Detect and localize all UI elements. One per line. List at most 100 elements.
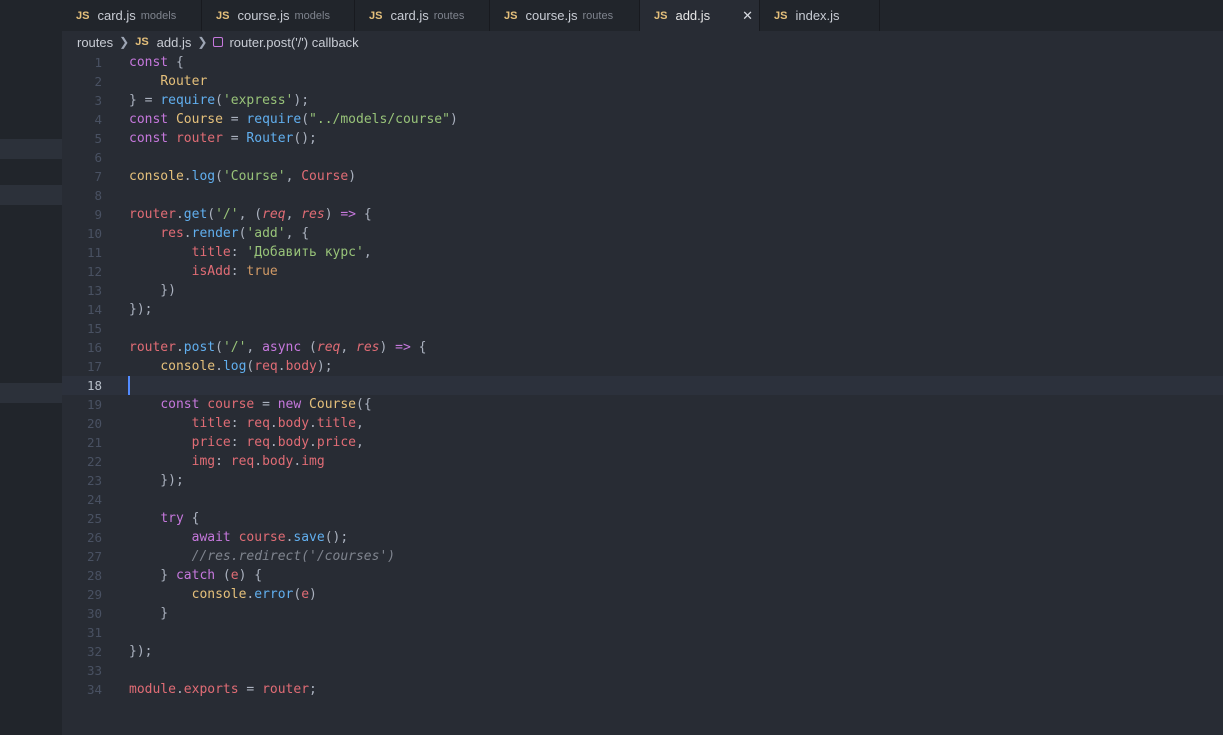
- code-line[interactable]: 10 res.render('add', {: [62, 224, 1223, 243]
- tab-description: models: [294, 9, 330, 22]
- code-text: }: [129, 606, 169, 621]
- line-number: 1: [94, 55, 102, 70]
- code-line[interactable]: 20 title: req.body.title,: [62, 414, 1223, 433]
- tab-label: course.js: [237, 8, 290, 23]
- line-number: 8: [94, 188, 102, 203]
- tab-index-js[interactable]: JS index.js: [760, 0, 880, 31]
- line-number: 2: [94, 74, 102, 89]
- tab-course-js-routes[interactable]: JS course.js routes: [490, 0, 640, 31]
- close-icon[interactable]: ✕: [742, 8, 753, 24]
- code-text: });: [129, 473, 184, 488]
- code-text: router.post('/', async (req, res) => {: [129, 340, 427, 355]
- line-number: 30: [86, 606, 102, 621]
- code-line[interactable]: 7 console.log('Course', Course): [62, 167, 1223, 186]
- code-text: Router: [160, 74, 208, 89]
- code-line[interactable]: 21 price: req.body.price,: [62, 433, 1223, 452]
- line-number: 23: [86, 473, 102, 488]
- code-line[interactable]: 9 router.get('/', (req, res) => {: [62, 205, 1223, 224]
- tab-card-js-routes[interactable]: JS card.js routes: [355, 0, 490, 31]
- line-number: 34: [86, 682, 102, 697]
- code-text: //res.redirect('/courses'): [191, 549, 396, 564]
- code-line[interactable]: 5 const router = Router();: [62, 129, 1223, 148]
- code-line[interactable]: 2 Router: [62, 72, 1223, 91]
- line-number: 24: [86, 492, 102, 507]
- line-number: 32: [86, 644, 102, 659]
- js-file-icon: JS: [216, 9, 230, 22]
- code-line[interactable]: 11 title: 'Добавить курс',: [62, 243, 1223, 262]
- code-line[interactable]: 18: [62, 376, 1223, 395]
- line-number: 19: [86, 397, 102, 412]
- code-text: isAdd: true: [191, 264, 278, 279]
- line-number: 20: [86, 416, 102, 431]
- code-line[interactable]: 4 const Course = require("../models/cours…: [62, 110, 1223, 129]
- line-number: 14: [86, 302, 102, 317]
- code-line[interactable]: 30 }: [62, 604, 1223, 623]
- tab-label: card.js: [390, 8, 429, 23]
- line-number: 6: [94, 150, 102, 165]
- line-number: 3: [94, 93, 102, 108]
- tab-description: routes: [433, 9, 465, 22]
- code-line[interactable]: 26 await course.save();: [62, 528, 1223, 547]
- code-line[interactable]: 6: [62, 148, 1223, 167]
- code-text: router.get('/', (req, res) => {: [129, 207, 372, 222]
- chevron-right-icon: ❯: [119, 35, 130, 49]
- code-line[interactable]: 12 isAdd: true: [62, 262, 1223, 281]
- code-text: try {: [160, 511, 200, 526]
- code-line[interactable]: 3} = require('express');: [62, 91, 1223, 110]
- chevron-right-icon: ❯: [197, 35, 208, 49]
- code-line[interactable]: 33: [62, 661, 1223, 680]
- code-line[interactable]: 24: [62, 490, 1223, 509]
- line-number: 17: [86, 359, 102, 374]
- code-line[interactable]: 27 //res.redirect('/courses'): [62, 547, 1223, 566]
- breadcrumb-file[interactable]: add.js: [157, 35, 192, 50]
- breadcrumb-folder[interactable]: routes: [77, 35, 113, 50]
- code-line[interactable]: 15: [62, 319, 1223, 338]
- line-number: 25: [86, 511, 102, 526]
- code-text: img: req.body.img: [191, 454, 325, 469]
- code-line[interactable]: 14});: [62, 300, 1223, 319]
- code-line[interactable]: 34 module.exports = router;: [62, 680, 1223, 699]
- code-line[interactable]: 17 console.log(req.body);: [62, 357, 1223, 376]
- line-number: 5: [94, 131, 102, 146]
- code-line[interactable]: 22 img: req.body.img: [62, 452, 1223, 471]
- code-line[interactable]: 32});: [62, 642, 1223, 661]
- code-text: console.log('Course', Course): [129, 169, 357, 184]
- line-number: 13: [86, 283, 102, 298]
- line-number: 11: [86, 245, 102, 260]
- tab-course-js-models[interactable]: JS course.js models: [202, 0, 355, 31]
- line-number: 26: [86, 530, 102, 545]
- code-line[interactable]: 31: [62, 623, 1223, 642]
- code-text: await course.save();: [191, 530, 349, 545]
- code-text: });: [129, 644, 153, 659]
- code-text: const router = Router();: [129, 131, 317, 146]
- sidebar-highlight: [0, 139, 62, 159]
- line-number: 27: [86, 549, 102, 564]
- breadcrumb-symbol[interactable]: router.post('/') callback: [229, 35, 358, 50]
- code-text: title: req.body.title,: [191, 416, 364, 431]
- line-number: 22: [86, 454, 102, 469]
- code-text: price: req.body.price,: [191, 435, 364, 450]
- js-file-icon: JS: [774, 9, 788, 22]
- code-line[interactable]: 16 router.post('/', async (req, res) => {: [62, 338, 1223, 357]
- tab-label: add.js: [675, 8, 711, 23]
- code-line[interactable]: 13 }): [62, 281, 1223, 300]
- code-line[interactable]: 8: [62, 186, 1223, 205]
- code-editor[interactable]: 1 const {2 Router 3} = require('express');…: [62, 53, 1223, 735]
- tab-label: card.js: [97, 8, 136, 23]
- tab-card-js-models[interactable]: JS card.js models: [62, 0, 202, 31]
- js-file-icon: JS: [654, 9, 668, 22]
- code-text: res.render('add', {: [160, 226, 310, 241]
- code-line[interactable]: 23 });: [62, 471, 1223, 490]
- line-number: 16: [86, 340, 102, 355]
- js-file-icon: JS: [76, 9, 90, 22]
- code-line[interactable]: 1 const {: [62, 53, 1223, 72]
- tab-description: models: [140, 9, 177, 22]
- tab-add-js[interactable]: JS add.js ✕: [640, 0, 760, 31]
- code-line[interactable]: 25 try {: [62, 509, 1223, 528]
- code-line[interactable]: 29 console.error(e): [62, 585, 1223, 604]
- line-number: 21: [86, 435, 102, 450]
- line-number: 12: [86, 264, 102, 279]
- code-line[interactable]: 19 const course = new Course({: [62, 395, 1223, 414]
- method-symbol-icon: [213, 37, 224, 47]
- code-line[interactable]: 28 } catch (e) {: [62, 566, 1223, 585]
